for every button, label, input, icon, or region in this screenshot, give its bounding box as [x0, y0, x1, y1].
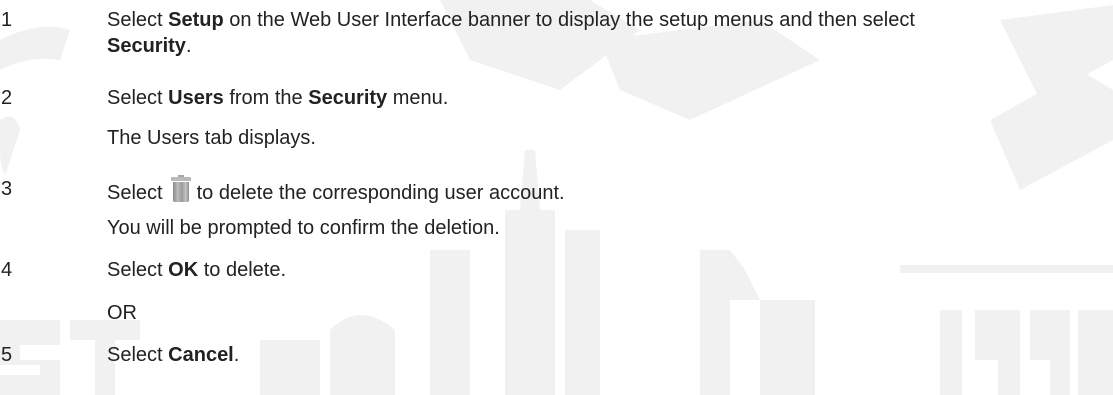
text: .: [233, 344, 240, 366]
step-number: 1: [1, 9, 13, 31]
text: to delete.: [198, 259, 286, 281]
step-3-result: You will be prompted to confirm the dele…: [107, 217, 500, 239]
step-2-instruction: Select Users from the Security menu.: [107, 86, 448, 110]
menu-name-setup: Setup: [168, 9, 224, 31]
or-separator: OR: [107, 302, 137, 324]
step-4-instruction: Select OK to delete.: [107, 258, 286, 282]
text: to delete the corresponding user account…: [196, 182, 565, 204]
menu-name-security: Security: [107, 35, 186, 57]
step-number: 2: [1, 87, 13, 109]
step-3-instruction: Select to delete the corresponding user a…: [107, 175, 565, 205]
step-1-instruction: Select Setup on the Web User Interface b…: [107, 8, 915, 32]
text: on the Web User Interface banner to disp…: [223, 9, 915, 31]
button-name-ok: OK: [168, 259, 199, 281]
menu-item-users: Users: [168, 87, 224, 109]
procedure-steps: 1 Select Setup on the Web User Interface…: [0, 0, 1113, 395]
text: menu.: [387, 87, 449, 109]
text: Select: [107, 9, 169, 31]
text: Select: [107, 182, 163, 204]
text: .: [185, 35, 192, 57]
text: Select: [107, 87, 169, 109]
text: Select: [107, 344, 169, 366]
step-number: 5: [1, 344, 13, 366]
step-1-instruction-continued: Security.: [107, 34, 192, 58]
text: Select: [107, 259, 169, 281]
step-2-result: The Users tab displays.: [107, 127, 316, 149]
text: from the: [223, 87, 309, 109]
menu-name-security: Security: [308, 87, 388, 109]
step-number: 4: [1, 259, 13, 281]
trash-icon: [170, 175, 191, 203]
button-name-cancel: Cancel: [168, 344, 234, 366]
step-5-instruction: Select Cancel.: [107, 343, 239, 367]
step-number: 3: [1, 178, 13, 200]
